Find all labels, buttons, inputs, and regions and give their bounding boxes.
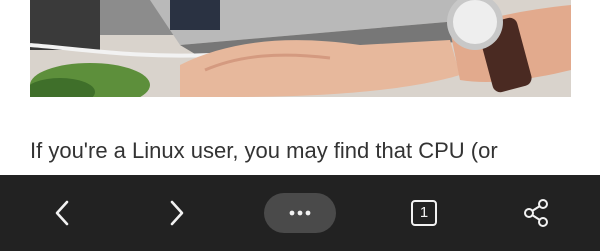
share-icon [524,199,548,227]
tab-count-icon: 1 [411,200,437,226]
more-horizontal-icon [289,210,311,216]
tabs-button[interactable]: 1 [402,175,446,251]
browser-bottom-toolbar: 1 [0,175,600,251]
chevron-left-icon [55,200,69,226]
back-button[interactable] [40,175,84,251]
forward-button[interactable] [155,175,199,251]
article-hero-image [30,0,571,97]
share-button[interactable] [514,175,558,251]
more-menu-button[interactable] [263,175,337,251]
article-content: If you're a Linux user, you may find tha… [0,0,600,175]
chevron-right-icon [170,200,184,226]
menu-pill [264,193,336,233]
article-paragraph: If you're a Linux user, you may find tha… [30,138,498,163]
hero-photo-laptop-hands [30,0,571,97]
